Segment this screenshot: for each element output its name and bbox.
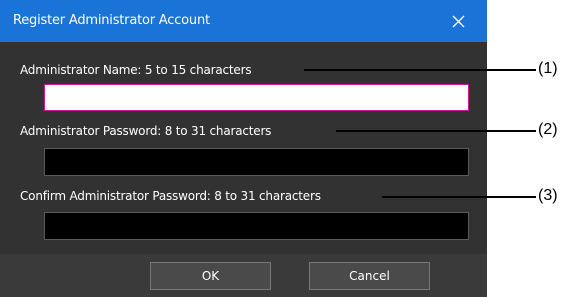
close-icon[interactable] (452, 15, 465, 28)
confirm-password-label: Confirm Administrator Password: 8 to 31 … (20, 189, 321, 203)
callout-leader-3 (382, 196, 536, 198)
cancel-button[interactable]: Cancel (309, 262, 430, 290)
callout-marker-3: (3) (538, 187, 558, 204)
dialog-title: Register Administrator Account (13, 13, 210, 28)
dialog-titlebar: Register Administrator Account (0, 0, 487, 42)
callout-marker-1: (1) (538, 60, 558, 77)
confirm-password-field[interactable] (44, 212, 469, 240)
admin-name-field[interactable] (44, 84, 469, 111)
callout-marker-2: (2) (538, 121, 558, 138)
admin-name-label: Administrator Name: 5 to 15 characters (20, 63, 252, 77)
callout-leader-1 (304, 69, 536, 71)
ok-button[interactable]: OK (150, 262, 271, 290)
callout-leader-2 (336, 130, 536, 132)
admin-password-field[interactable] (44, 148, 469, 176)
register-admin-dialog: Register Administrator Account Administr… (0, 0, 487, 297)
admin-password-label: Administrator Password: 8 to 31 characte… (20, 124, 272, 138)
